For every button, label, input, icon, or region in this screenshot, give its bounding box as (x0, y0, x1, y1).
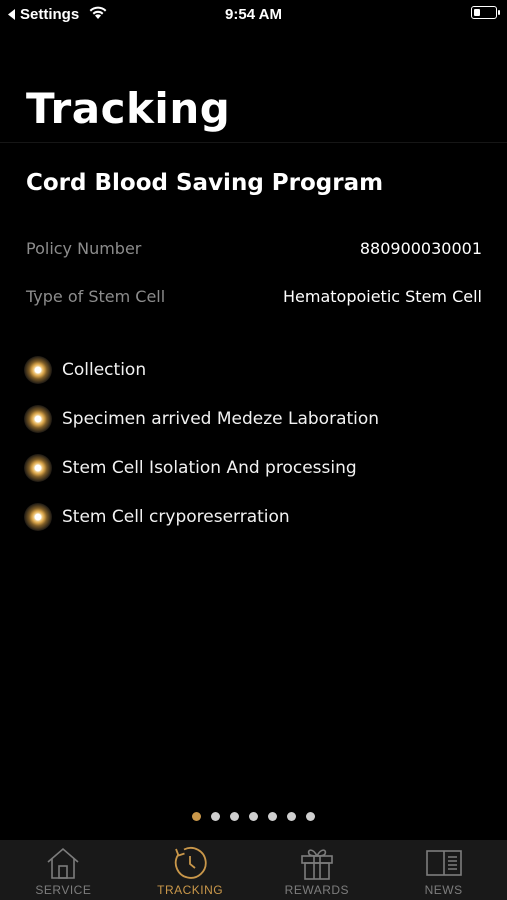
book-icon (425, 850, 462, 876)
page-dot-2[interactable] (211, 812, 220, 821)
tab-rewards[interactable]: REWARDS (254, 840, 381, 900)
tracking-step: Stem Cell cryporeserration (24, 492, 379, 541)
policy-number-label: Policy Number (26, 239, 142, 258)
tab-news[interactable]: NEWS (380, 840, 507, 900)
page-dot-7[interactable] (306, 812, 315, 821)
step-status-dot-icon (24, 453, 52, 482)
page-indicator[interactable] (0, 812, 507, 821)
step-label: Specimen arrived Medeze Laboration (62, 408, 380, 429)
page-title: Tracking (26, 84, 231, 133)
policy-number-row: Policy Number 880900030001 (26, 239, 482, 258)
program-title: Cord Blood Saving Program (26, 170, 384, 196)
policy-number-value: 880900030001 (359, 239, 482, 258)
tab-bar: SERVICE TRACKING REWARDS NEWS (0, 840, 507, 900)
status-time: 9:54 AM (225, 6, 282, 23)
tab-label: REWARDS (284, 883, 350, 897)
step-status-dot-icon (24, 404, 52, 433)
step-label: Stem Cell Isolation And processing (62, 457, 357, 478)
gift-icon (301, 849, 333, 880)
tab-label: TRACKING (157, 883, 224, 897)
status-bar: Settings 9:54 AM (0, 0, 507, 28)
page-dot-1[interactable] (192, 812, 201, 821)
tab-label: SERVICE (35, 883, 92, 897)
stem-cell-type-row: Type of Stem Cell Hematopoietic Stem Cel… (26, 287, 482, 306)
page-dot-3[interactable] (230, 812, 239, 821)
step-label: Stem Cell cryporeserration (62, 506, 290, 527)
battery-icon (471, 6, 500, 19)
clock-icon (175, 847, 207, 879)
step-status-dot-icon (24, 355, 52, 384)
page-dot-5[interactable] (268, 812, 277, 821)
tracking-step: Stem Cell Isolation And processing (24, 443, 379, 492)
tab-label: NEWS (424, 883, 463, 897)
tab-tracking[interactable]: TRACKING (127, 840, 254, 900)
step-label: Collection (62, 359, 147, 380)
page-dot-6[interactable] (287, 812, 296, 821)
page-dot-4[interactable] (249, 812, 258, 821)
step-status-dot-icon (24, 502, 52, 531)
tracking-steps: Collection Specimen arrived Medeze Labor… (24, 345, 379, 541)
stem-cell-type-label: Type of Stem Cell (26, 287, 166, 306)
tracking-step: Collection (24, 345, 379, 394)
stem-cell-type-value: Hematopoietic Stem Cell (282, 287, 482, 306)
tracking-step: Specimen arrived Medeze Laboration (24, 394, 379, 443)
house-icon (47, 847, 79, 879)
title-divider (0, 142, 507, 143)
tab-service[interactable]: SERVICE (0, 840, 127, 900)
